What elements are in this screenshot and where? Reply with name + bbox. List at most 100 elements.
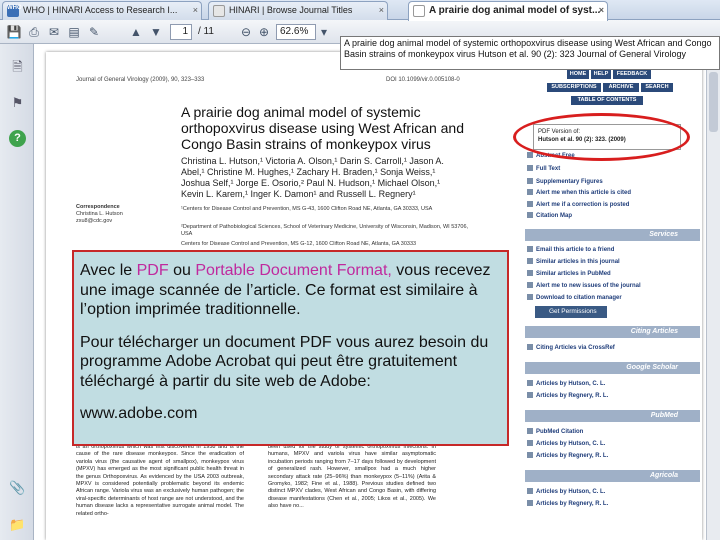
- supplementary-figures-link[interactable]: Supplementary Figures: [527, 178, 697, 187]
- get-permissions-button[interactable]: Get Permissions: [535, 306, 607, 318]
- link-label: Articles by Regnery, R. L.: [536, 393, 609, 399]
- link-label: Email this article to a friend: [536, 247, 615, 253]
- help-icon[interactable]: ?: [9, 130, 26, 147]
- bullet-icon: [527, 246, 533, 253]
- pubmed-header: PubMed: [525, 410, 700, 422]
- bookmarks-icon[interactable]: ⚑: [9, 94, 26, 111]
- pdf-highlight: PDF: [136, 262, 169, 279]
- vertical-scrollbar[interactable]: [706, 44, 720, 540]
- nav-archive-button[interactable]: ARCHIVE: [603, 83, 639, 92]
- tab-prairie-dog-article[interactable]: A prairie dog animal model of syst... ×: [408, 1, 608, 21]
- page-favicon-icon: [213, 5, 225, 17]
- layers-icon[interactable]: 📁: [9, 516, 26, 533]
- print-icon[interactable]: ⎙: [26, 24, 42, 40]
- link-label: Alert me to new issues of the journal: [536, 283, 641, 289]
- tab-label: WHO | HINARI Access to Research I...: [23, 5, 178, 15]
- pages-panel-icon[interactable]: 🗎: [9, 58, 26, 75]
- zoom-level-input[interactable]: 62.6%: [276, 24, 316, 40]
- agricola-hutson-link[interactable]: Articles by Hutson, C. L.: [527, 488, 697, 497]
- bullet-icon: [527, 165, 533, 172]
- link-label: PubMed Citation: [536, 429, 584, 435]
- nav-help-button[interactable]: HELP: [591, 70, 611, 79]
- save-icon[interactable]: 💾: [6, 24, 22, 40]
- similar-journal-link[interactable]: Similar articles in this journal: [527, 258, 697, 267]
- save-copy-icon[interactable]: ▤: [66, 24, 82, 40]
- google-scholar-header: Google Scholar: [525, 362, 700, 374]
- tab-label: HINARI | Browse Journal Titles: [229, 5, 353, 15]
- bullet-icon: [527, 152, 533, 159]
- close-tab-icon[interactable]: ×: [599, 2, 604, 19]
- close-tab-icon[interactable]: ×: [193, 2, 198, 19]
- alert-correction-link[interactable]: Alert me if a correction is posted: [527, 201, 697, 210]
- link-label: Alert me if a correction is posted: [536, 202, 630, 208]
- pdf-explanation-box: Avec le PDF ou Portable Document Format,…: [72, 250, 509, 446]
- bullet-icon: [527, 258, 533, 265]
- citation-map-link[interactable]: Citation Map: [527, 212, 697, 221]
- similar-pubmed-link[interactable]: Similar articles in PubMed: [527, 270, 697, 279]
- google-regnery-link[interactable]: Articles by Regnery, R. L.: [527, 392, 697, 401]
- bullet-icon: [527, 178, 533, 185]
- correspondence-email: zxu8@cdc.gov: [76, 218, 113, 224]
- link-label: Similar articles in this journal: [536, 259, 620, 265]
- zoom-out-icon[interactable]: ⊖: [238, 24, 254, 40]
- link-label: Articles by Hutson, C. L.: [536, 381, 606, 387]
- page-total: / 11: [198, 26, 214, 37]
- pubmed-regnery-link[interactable]: Articles by Regnery, R. L.: [527, 452, 697, 461]
- tab-label: A prairie dog animal model of syst...: [429, 5, 601, 16]
- pubmed-citation-link[interactable]: PubMed Citation: [527, 428, 697, 437]
- nav-home-button[interactable]: HOME: [567, 70, 589, 79]
- adobe-url: www.adobe.com: [80, 405, 198, 422]
- link-label: Citing Articles via CrossRef: [536, 345, 615, 351]
- link-label: Download to citation manager: [536, 295, 622, 301]
- full-text-link[interactable]: Full Text: [527, 165, 697, 174]
- tab-hinari-journals[interactable]: HINARI | Browse Journal Titles ×: [208, 1, 388, 20]
- attach-icon[interactable]: ✎: [86, 24, 102, 40]
- author-list: Christina L. Hutson,¹ Victoria A. Olson,…: [181, 156, 444, 199]
- bullet-icon: [527, 294, 533, 301]
- citation-manager-link[interactable]: Download to citation manager: [527, 294, 697, 303]
- affiliation-3: Centers for Disease Control and Preventi…: [181, 241, 417, 247]
- text-run: Avec le: [80, 262, 137, 279]
- zoom-dropdown-icon[interactable]: ▾: [316, 24, 332, 40]
- alert-cited-link[interactable]: Alert me when this article is cited: [527, 189, 697, 198]
- nav-search-button[interactable]: SEARCH: [641, 83, 673, 92]
- body-column-right: been used for the study of systemic orth…: [268, 444, 436, 510]
- close-tab-icon[interactable]: ×: [379, 2, 384, 19]
- page-number-input[interactable]: 1: [170, 24, 192, 40]
- scroll-thumb[interactable]: [709, 72, 718, 132]
- bullet-icon: [527, 344, 533, 351]
- alert-new-issues-link[interactable]: Alert me to new issues of the journal: [527, 282, 697, 291]
- email-icon[interactable]: ✉: [46, 24, 62, 40]
- page-favicon-icon: [413, 5, 425, 17]
- nav-toc-button[interactable]: TABLE OF CONTENTS: [571, 96, 643, 105]
- email-friend-link[interactable]: Email this article to a friend: [527, 246, 697, 255]
- link-label: Similar articles in PubMed: [536, 271, 611, 277]
- article-title: A prairie dog animal model of systemic o…: [181, 104, 465, 152]
- services-header: Services: [525, 229, 700, 241]
- pubmed-hutson-link[interactable]: Articles by Hutson, C. L.: [527, 440, 697, 449]
- page-up-icon[interactable]: ▲: [128, 24, 144, 40]
- google-hutson-link[interactable]: Articles by Hutson, C. L.: [527, 380, 697, 389]
- link-label: Supplementary Figures: [536, 179, 603, 185]
- attachment-icon[interactable]: 📎: [9, 479, 26, 496]
- nav-feedback-button[interactable]: FEEDBACK: [613, 70, 651, 79]
- link-tooltip: A prairie dog animal model of systemic o…: [340, 36, 720, 70]
- doi-line: DOI 10.1099/vir.0.005108-0: [386, 77, 460, 83]
- bullet-icon: [527, 452, 533, 459]
- correspondence-label: Correspondence: [76, 204, 120, 210]
- affiliation-1: ¹Centers for Disease Control and Prevent…: [181, 206, 433, 212]
- tab-who-hinari[interactable]: WHO WHO | HINARI Access to Research I...…: [2, 1, 202, 20]
- link-label: Alert me when this article is cited: [536, 190, 632, 196]
- crossref-link[interactable]: Citing Articles via CrossRef: [527, 344, 697, 353]
- agricola-regnery-link[interactable]: Articles by Regnery, R. L.: [527, 500, 697, 509]
- browser-tab-bar: WHO WHO | HINARI Access to Research I...…: [0, 0, 720, 21]
- bullet-icon: [527, 212, 533, 219]
- bullet-icon: [527, 189, 533, 196]
- link-label: Citation Map: [536, 213, 572, 219]
- journal-citation: Journal of General Virology (2009), 90, …: [76, 77, 205, 83]
- nav-subscriptions-button[interactable]: SUBSCRIPTIONS: [547, 83, 601, 92]
- zoom-in-icon[interactable]: ⊕: [256, 24, 272, 40]
- page-down-icon[interactable]: ▼: [148, 24, 164, 40]
- bullet-icon: [527, 428, 533, 435]
- affiliation-2: ²Department of Pathobiological Sciences,…: [181, 224, 469, 237]
